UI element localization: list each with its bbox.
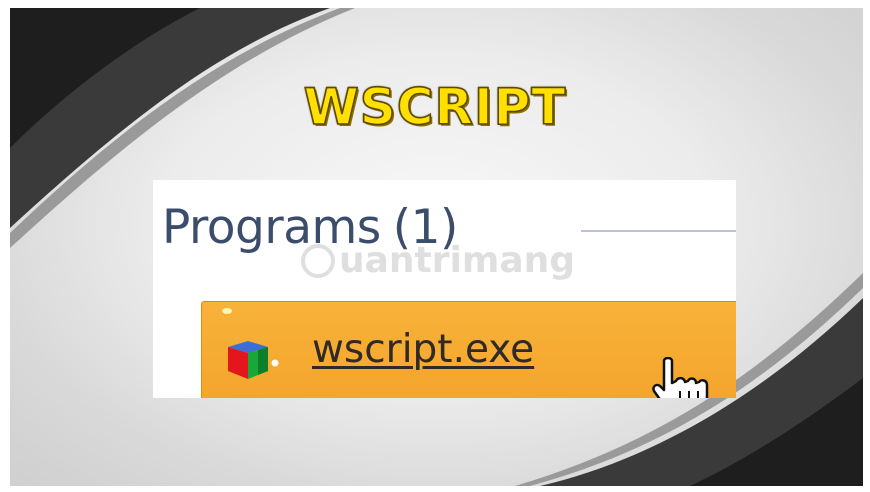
watermark: uantrimang: [301, 240, 575, 281]
highlight-sparkle: [222, 308, 232, 314]
heading-divider: [581, 230, 736, 232]
watermark-text: uantrimang: [339, 240, 576, 281]
watermark-logo-icon: [301, 244, 335, 278]
page-title: WSCRIPT: [303, 77, 567, 137]
script-exe-icon: [228, 341, 279, 379]
result-label-wscript[interactable]: wscript.exe: [312, 327, 534, 372]
start-menu-results-zoom: Programs (1) uantrimang wscript.exe: [153, 180, 736, 398]
hand-pointer-cursor-icon: [652, 357, 709, 398]
search-result-wscript[interactable]: wscript.exe: [201, 301, 736, 398]
screenshot-canvas: WSCRIPT Programs (1) uantrimang wscript.e…: [0, 0, 870, 492]
